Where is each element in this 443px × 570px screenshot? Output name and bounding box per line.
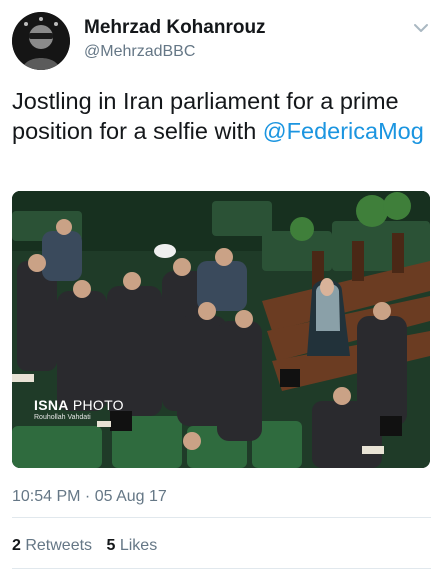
display-name[interactable]: Mehrzad Kohanrouz bbox=[84, 16, 266, 40]
retweets-stat[interactable]: 2 Retweets bbox=[12, 537, 92, 554]
tweet-text: Jostling in Iran parliament for a prime … bbox=[12, 86, 431, 146]
tweet-timestamp[interactable]: 10:54 PM · 05 Aug 17 bbox=[12, 488, 167, 506]
avatar[interactable] bbox=[12, 12, 70, 70]
chevron-down-icon[interactable] bbox=[411, 18, 431, 38]
tweet-header: Mehrzad Kohanrouz @MehrzadBBC bbox=[12, 12, 431, 70]
watermark-brand: ISNA bbox=[34, 397, 69, 413]
tweet-stats: 2 Retweets 5 Likes bbox=[12, 537, 167, 555]
retweets-label: Retweets bbox=[20, 537, 93, 554]
photo-watermark: ISNA PHOTO Rouhollah Vahdati bbox=[34, 397, 124, 421]
watermark-title: ISNA PHOTO bbox=[34, 397, 124, 413]
likes-stat[interactable]: 5 Likes bbox=[107, 537, 158, 554]
mention-link[interactable]: @FedericaMog bbox=[263, 118, 424, 144]
tweet-photo[interactable]: ISNA PHOTO Rouhollah Vahdati bbox=[12, 191, 430, 468]
likes-label: Likes bbox=[115, 537, 158, 554]
user-handle[interactable]: @MehrzadBBC bbox=[84, 41, 266, 63]
watermark-credit: Rouhollah Vahdati bbox=[34, 414, 91, 421]
retweets-count: 2 bbox=[12, 537, 21, 554]
watermark-word: PHOTO bbox=[68, 397, 124, 413]
divider-top bbox=[12, 517, 431, 518]
author-names: Mehrzad Kohanrouz @MehrzadBBC bbox=[84, 16, 266, 63]
divider-bottom bbox=[12, 568, 431, 569]
